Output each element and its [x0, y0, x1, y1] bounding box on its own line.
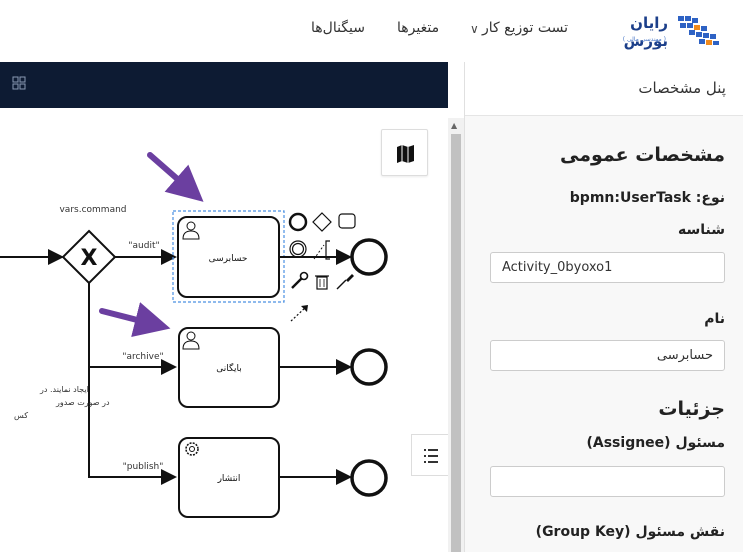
logo-grid-icon	[678, 16, 719, 45]
chevron-down-icon[interactable]: ∨	[470, 22, 479, 36]
minimap-toggle-button[interactable]	[381, 129, 428, 176]
flow-archive-label: "archive"	[122, 352, 163, 362]
trash-icon[interactable]	[315, 275, 329, 290]
group-key-label: نقش مسئول (Group Key)	[535, 524, 725, 540]
end-event-publish[interactable]	[350, 459, 388, 497]
nav-item-signals[interactable]: سیگنال‌ها	[311, 20, 365, 36]
pointer-arrow-archive	[99, 302, 171, 337]
scrollbar-thumb[interactable]	[451, 134, 461, 552]
type-label: نوع:	[695, 190, 725, 206]
type-row: نوع: bpmn:UserTask	[570, 190, 725, 206]
pointer-arrow-audit	[147, 152, 204, 202]
annotation-line-3: کس	[14, 411, 28, 420]
task-audit[interactable]: حسابرسی	[177, 216, 280, 298]
details-section-title: جزئیات	[658, 398, 725, 420]
rayan-bourse-logo[interactable]: رایان بورس ( مهندسی مالی )	[606, 10, 721, 50]
gateway-label: vars.command	[59, 205, 126, 215]
end-event-archive[interactable]	[350, 348, 388, 386]
end-event-audit[interactable]	[350, 238, 388, 276]
end-event-tool-icon[interactable]	[288, 212, 308, 232]
task-archive[interactable]: بایگانی	[178, 327, 280, 408]
wrench-icon[interactable]	[291, 271, 309, 289]
id-label: شناسه	[678, 222, 725, 238]
general-section-title: مشخصات عمومی	[560, 144, 725, 166]
task-tool-icon[interactable]	[338, 213, 356, 229]
exclusive-gateway[interactable]: X	[61, 229, 117, 285]
list-icon	[424, 449, 438, 463]
intermediate-event-tool-icon[interactable]	[289, 240, 307, 258]
name-input[interactable]: حسابرسی	[490, 340, 725, 371]
scroll-up-icon[interactable]: ▲	[451, 121, 457, 130]
task-publish-label: انتشار	[217, 474, 241, 484]
logo-name: رایان بورس	[623, 14, 668, 50]
task-audit-label: حسابرسی	[209, 254, 248, 264]
paint-brush-icon[interactable]	[336, 274, 354, 290]
task-publish[interactable]: انتشار	[178, 437, 280, 518]
panel-header: پنل مشخصات	[465, 62, 743, 116]
nav-item-variables[interactable]: متغیرها	[397, 20, 439, 36]
nav-item-distribution-test[interactable]: تست توزیع کار	[482, 20, 568, 36]
flow-audit-label: "audit"	[128, 241, 159, 251]
type-value: bpmn:UserTask	[569, 190, 691, 206]
task-archive-label: بایگانی	[216, 362, 241, 374]
logo-tagline: ( مهندسی مالی )	[622, 36, 666, 43]
properties-panel: پنل مشخصات مشخصات عمومی نوع: bpmn:UserTa…	[464, 62, 743, 552]
annotation-line-1: ایجاد نمایند. در	[39, 385, 89, 394]
id-input[interactable]: Activity_0byoxo1	[490, 252, 725, 283]
panel-title: پنل مشخصات	[638, 79, 726, 97]
context-pad	[288, 212, 356, 322]
properties-toggle-button[interactable]	[411, 434, 448, 476]
gateway-tool-icon[interactable]	[312, 212, 332, 232]
assignee-label: مسئول (Assignee)	[586, 435, 725, 451]
flow-publish-label: "publish"	[123, 462, 164, 472]
assignee-input[interactable]	[490, 466, 725, 497]
annotation-line-2: در صورت صدور	[55, 398, 110, 407]
name-label: نام	[704, 311, 725, 327]
map-icon	[397, 145, 414, 163]
connect-arrow-icon[interactable]	[290, 305, 308, 322]
svg-text:X: X	[81, 246, 98, 271]
flow-publish[interactable]	[88, 367, 177, 485]
top-navbar: رایان بورس ( مهندسی مالی ) تست توزیع کار…	[0, 0, 743, 62]
bpmn-canvas[interactable]: vars.command X "audit" "archive" "publis…	[0, 62, 448, 552]
